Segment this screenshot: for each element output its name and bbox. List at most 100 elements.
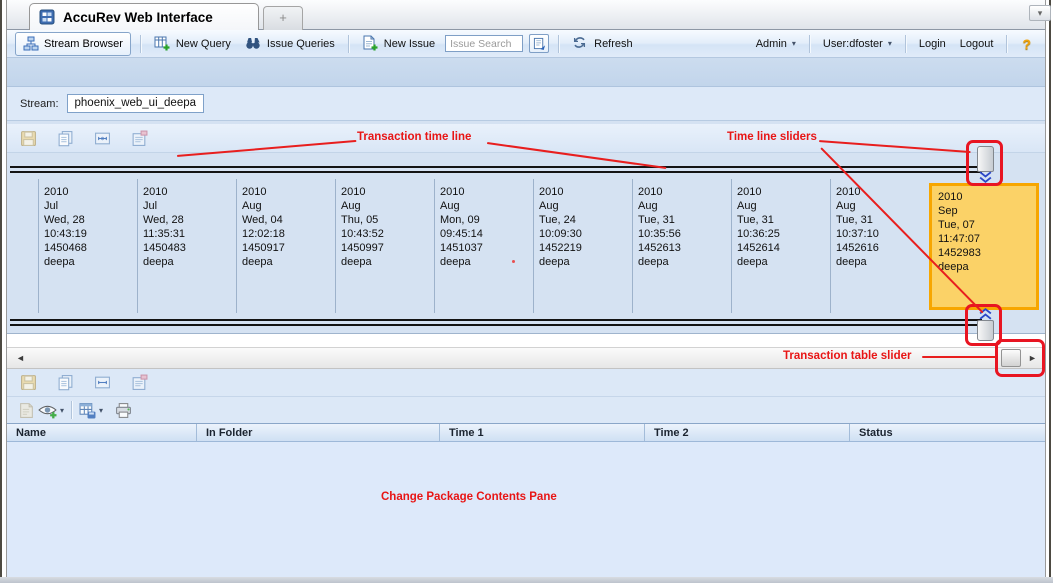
annotation-box-bottom-slider: [965, 304, 1002, 346]
txn-month: Sep: [938, 204, 1036, 218]
issue-queries-button[interactable]: Issue Queries: [241, 33, 339, 54]
issue-queries-label: Issue Queries: [267, 38, 335, 50]
copy-icon[interactable]: [57, 374, 74, 391]
txn-year: 2010: [440, 185, 533, 199]
change-package-table-header: Name In Folder Time 1 Time 2 Status: [7, 423, 1045, 442]
properties-icon[interactable]: [131, 374, 148, 391]
txn-time: 10:37:10: [836, 227, 929, 241]
column-header-label: Time 2: [654, 427, 689, 439]
chevron-down-icon: ▾: [888, 39, 892, 48]
timeline-transaction[interactable]: 2010 Jul Wed, 28 10:43:19 1450468 deepa: [38, 179, 137, 313]
logout-link[interactable]: Logout: [956, 36, 998, 52]
timeline-track-bottom: [10, 319, 982, 326]
txn-day: Wed, 28: [143, 213, 236, 227]
txn-user: deepa: [836, 255, 929, 269]
save-icon[interactable]: [20, 130, 37, 147]
timeline-transaction[interactable]: 2010 Jul Wed, 28 11:35:31 1450483 deepa: [137, 179, 236, 313]
txn-number: 1452983: [938, 246, 1036, 260]
print-icon[interactable]: [115, 402, 132, 419]
txn-day: Tue, 31: [836, 213, 929, 227]
window-menu-button[interactable]: ▾: [1029, 5, 1051, 21]
plus-icon: +: [279, 10, 287, 25]
user-menu[interactable]: User:dfoster ▾: [819, 36, 896, 52]
txn-day: Tue, 24: [539, 213, 632, 227]
change-package-contents-pane: [7, 442, 1045, 577]
txn-time: 10:35:56: [638, 227, 731, 241]
txn-year: 2010: [341, 185, 434, 199]
timeline-transaction[interactable]: 2010 Aug Thu, 05 10:43:52 1450997 deepa: [335, 179, 434, 313]
promote-icon[interactable]: [18, 402, 35, 419]
toolbar-separator: [140, 35, 141, 53]
txn-time: 10:09:30: [539, 227, 632, 241]
txn-user: deepa: [341, 255, 434, 269]
txn-month: Aug: [242, 199, 335, 213]
accurev-web-interface-window: AccuRev Web Interface + ▾ Stream Browser…: [0, 0, 1053, 583]
timeline-transaction[interactable]: 2010 Aug Tue, 31 10:37:10 1452616 deepa: [830, 179, 929, 313]
issue-search-input[interactable]: [445, 35, 523, 52]
txn-day: Tue, 07: [938, 218, 1036, 232]
column-header[interactable]: In Folder: [197, 424, 440, 441]
txn-year: 2010: [242, 185, 335, 199]
timeline-transaction[interactable]: 2010 Aug Tue, 31 10:36:25 1452614 deepa: [731, 179, 830, 313]
timeline-transaction[interactable]: 2010 Aug Tue, 24 10:09:30 1452219 deepa: [533, 179, 632, 313]
txn-user: deepa: [44, 255, 137, 269]
browser-tab-bar: AccuRev Web Interface + ▾: [7, 0, 1045, 30]
table-toolbar-row1: [7, 369, 1045, 397]
annotation-line: [922, 356, 996, 358]
fit-to-window-icon[interactable]: [94, 374, 111, 391]
chevron-down-icon[interactable]: ▾: [99, 406, 103, 415]
stream-row: Stream: phoenix_web_ui_deepa: [7, 87, 1045, 121]
issue-search-go-button[interactable]: [529, 34, 549, 53]
save-icon[interactable]: [20, 374, 37, 391]
column-header[interactable]: Status: [850, 424, 1045, 441]
txn-year: 2010: [836, 185, 929, 199]
column-header-label: Status: [859, 427, 893, 439]
txn-day: Mon, 09: [440, 213, 533, 227]
copy-icon[interactable]: [57, 130, 74, 147]
toolbar-separator: [558, 35, 559, 53]
help-icon[interactable]: ?: [1016, 36, 1037, 52]
txn-number: 1452613: [638, 241, 731, 255]
refresh-button[interactable]: Refresh: [568, 33, 637, 54]
browser-tab-accurev[interactable]: AccuRev Web Interface: [29, 3, 259, 30]
txn-number: 1450997: [341, 241, 434, 255]
timeline-transaction[interactable]: 2010 Aug Mon, 09 09:45:14 1451037 deepa: [434, 179, 533, 313]
txn-time: 10:36:25: [737, 227, 830, 241]
toolbar-separator: [71, 401, 72, 419]
timeline-transaction[interactable]: 2010 Aug Tue, 31 10:35:56 1452613 deepa: [632, 179, 731, 313]
annotation-dot: [512, 260, 515, 263]
stream-browser-button[interactable]: Stream Browser: [15, 32, 131, 56]
timeline-transaction[interactable]: 2010 Aug Wed, 04 12:02:18 1450917 deepa: [236, 179, 335, 313]
txn-number: 1450483: [143, 241, 236, 255]
column-header[interactable]: Name: [7, 424, 197, 441]
add-to-view-eye-icon[interactable]: [38, 402, 57, 419]
refresh-icon: [572, 35, 589, 52]
new-query-button[interactable]: New Query: [150, 33, 235, 54]
accurev-logo-icon: [39, 9, 55, 25]
stream-label: Stream:: [20, 98, 59, 110]
toolbar-separator: [348, 35, 349, 53]
txn-month: Aug: [638, 199, 731, 213]
txn-user: deepa: [440, 255, 533, 269]
txn-day: Tue, 31: [638, 213, 731, 227]
column-header[interactable]: Time 2: [645, 424, 850, 441]
transaction-timeline: 2010 Jul Wed, 28 10:43:19 1450468 deepa …: [38, 179, 1039, 313]
scroll-left-icon[interactable]: ◄: [16, 353, 25, 363]
txn-user: deepa: [539, 255, 632, 269]
new-issue-icon: [362, 35, 379, 52]
column-header[interactable]: Time 1: [440, 424, 645, 441]
export-table-icon[interactable]: [79, 402, 96, 419]
chevron-down-icon: ▾: [1038, 8, 1043, 18]
column-header-label: Time 1: [449, 427, 484, 439]
txn-month: Jul: [143, 199, 236, 213]
properties-icon[interactable]: [131, 130, 148, 147]
fit-to-window-icon[interactable]: [94, 130, 111, 147]
txn-number: 1451037: [440, 241, 533, 255]
new-issue-button[interactable]: New Issue: [358, 33, 439, 54]
chevron-down-icon[interactable]: ▾: [60, 406, 64, 415]
new-tab-button[interactable]: +: [263, 6, 303, 30]
login-link[interactable]: Login: [915, 36, 950, 52]
admin-menu[interactable]: Admin ▾: [752, 36, 800, 52]
timeline-transaction[interactable]: 2010 Sep Tue, 07 11:47:07 1452983 deepa: [929, 183, 1039, 310]
main-toolbar: Stream Browser New Query Issue Queries N…: [7, 30, 1045, 58]
